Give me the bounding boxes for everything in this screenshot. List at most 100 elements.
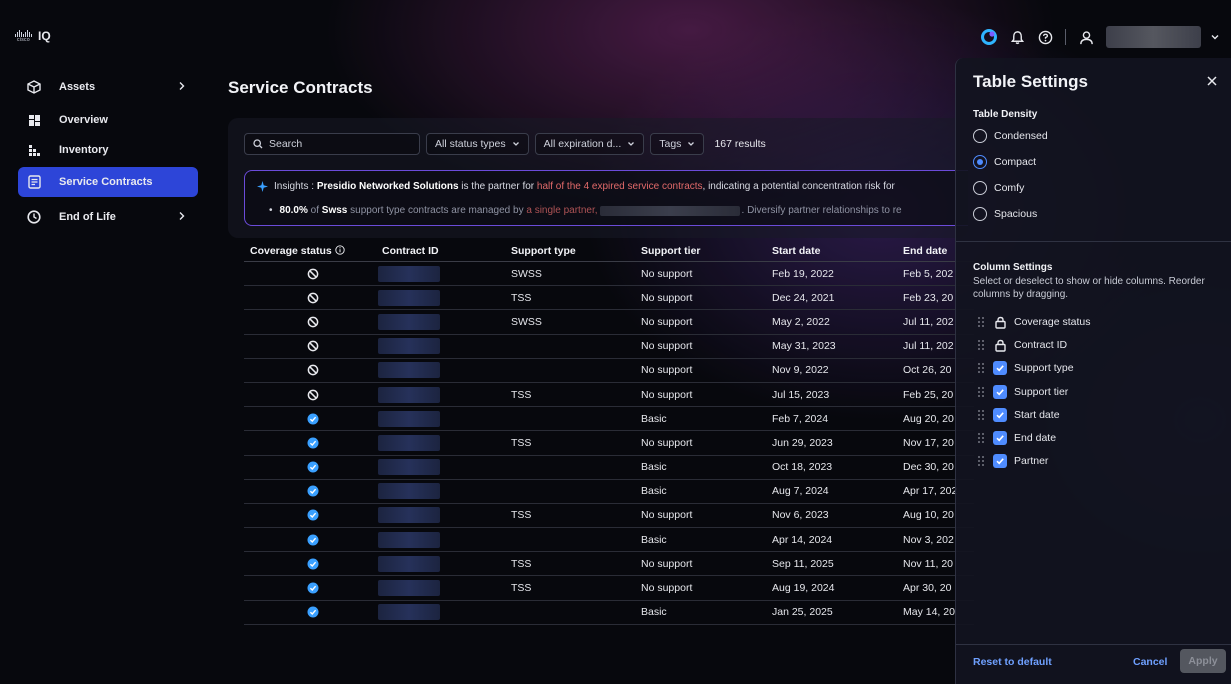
- panel-title: Table Settings: [973, 72, 1088, 91]
- drag-handle-icon[interactable]: [978, 433, 986, 443]
- contract-id-cell[interactable]: [378, 265, 511, 282]
- table-row[interactable]: SWSS No support May 2, 2022 Jul 11, 202: [244, 310, 974, 335]
- drag-handle-icon[interactable]: [978, 363, 986, 374]
- insights-highlight[interactable]: a single partner,: [526, 205, 597, 216]
- radio-button[interactable]: [973, 129, 987, 143]
- table-row[interactable]: Basic Feb 7, 2024 Aug 20, 20: [244, 407, 974, 432]
- table-row[interactable]: TSS No support Dec 24, 2021 Feb 23, 20: [244, 286, 974, 311]
- column-setting-support-tier[interactable]: Support tier: [978, 384, 1068, 399]
- drag-handle-icon[interactable]: [978, 340, 986, 351]
- table-row[interactable]: Basic Jan 25, 2025 May 14, 20: [244, 601, 974, 625]
- insights-text: of: [310, 205, 319, 216]
- density-section-title: Table Density: [973, 109, 1038, 120]
- contract-id-cell[interactable]: [378, 531, 511, 548]
- contract-id-cell[interactable]: [378, 459, 511, 476]
- column-header-coverage[interactable]: Coverage status: [244, 245, 382, 257]
- density-option-comfy[interactable]: Comfy: [973, 181, 1024, 195]
- search-input[interactable]: Search: [244, 133, 420, 155]
- redacted-contract-id: [378, 580, 440, 597]
- table-row[interactable]: TSS No support Jun 29, 2023 Nov 17, 20: [244, 431, 974, 456]
- reset-to-default-link[interactable]: Reset to default: [973, 656, 1052, 668]
- column-setting-support-type[interactable]: Support type: [978, 361, 1074, 376]
- apply-button[interactable]: Apply: [1180, 649, 1226, 673]
- checkbox-checked[interactable]: [993, 361, 1007, 376]
- table-row[interactable]: Basic Oct 18, 2023 Dec 30, 20: [244, 456, 974, 480]
- sidebar-item-overview[interactable]: Overview: [18, 107, 198, 133]
- table-row[interactable]: Basic Apr 14, 2024 Nov 3, 202: [244, 528, 974, 553]
- contract-id-cell[interactable]: [378, 555, 511, 572]
- table-row[interactable]: TSS No support Aug 19, 2024 Apr 30, 20: [244, 576, 974, 601]
- sidebar-item-service-contracts[interactable]: Service Contracts: [18, 167, 198, 197]
- contract-id-cell[interactable]: [378, 338, 511, 355]
- contract-id-cell[interactable]: [378, 507, 511, 524]
- drag-handle-icon[interactable]: [978, 409, 986, 420]
- sidebar-item-end-of-life[interactable]: End of Life: [18, 202, 198, 232]
- column-setting-coverage-status[interactable]: Coverage status: [978, 315, 1090, 329]
- radio-button-selected[interactable]: [973, 155, 987, 169]
- chevron-down-icon[interactable]: [1207, 29, 1223, 45]
- tags-dropdown[interactable]: Tags: [650, 133, 705, 155]
- density-option-condensed[interactable]: Condensed: [973, 129, 1048, 143]
- contract-id-cell[interactable]: [378, 434, 511, 451]
- checkbox-checked[interactable]: [993, 454, 1007, 469]
- table-row[interactable]: Basic Aug 7, 2024 Apr 17, 202: [244, 480, 974, 504]
- cancel-button[interactable]: Cancel: [1133, 656, 1167, 668]
- radio-button[interactable]: [973, 207, 987, 221]
- column-header-support-tier[interactable]: Support tier: [641, 245, 772, 257]
- inventory-icon: [27, 143, 41, 157]
- drag-handle-icon[interactable]: [978, 317, 986, 327]
- column-header-start-date[interactable]: Start date: [772, 245, 903, 257]
- contract-id-cell[interactable]: [378, 362, 511, 379]
- table-row[interactable]: No support Nov 9, 2022 Oct 26, 20: [244, 359, 974, 383]
- cisco-logo[interactable]: cisco IQ: [15, 29, 51, 43]
- sidebar-item-inventory[interactable]: Inventory: [18, 137, 198, 163]
- support-tier-cell: Basic: [641, 485, 667, 498]
- help-icon[interactable]: [1037, 29, 1053, 45]
- contract-id-cell[interactable]: [378, 386, 511, 403]
- contract-id-cell[interactable]: [378, 289, 511, 306]
- redacted-contract-id: [378, 289, 440, 306]
- close-icon[interactable]: [1205, 74, 1219, 88]
- redacted-partner-name: [599, 205, 740, 216]
- covered-check-icon: [307, 437, 319, 449]
- assistant-icon[interactable]: [981, 29, 997, 45]
- start-date-cell: May 2, 2022: [772, 315, 830, 328]
- insights-highlight[interactable]: half of the 4 expired service contracts: [537, 181, 703, 192]
- drag-handle-icon[interactable]: [978, 456, 986, 467]
- contract-id-cell[interactable]: [378, 483, 511, 500]
- table-row[interactable]: TSS No support Sep 11, 2025 Nov 11, 20: [244, 552, 974, 577]
- column-header-contract-id[interactable]: Contract ID: [382, 245, 511, 257]
- table-row[interactable]: TSS No support Jul 15, 2023 Feb 25, 20: [244, 383, 974, 408]
- user-account-selector[interactable]: [1106, 26, 1201, 48]
- info-icon[interactable]: [335, 244, 345, 255]
- table-row[interactable]: TSS No support Nov 6, 2023 Aug 10, 20: [244, 504, 974, 529]
- sidebar-item-assets[interactable]: Assets: [18, 72, 198, 102]
- checkbox-checked[interactable]: [993, 384, 1007, 399]
- column-setting-start-date[interactable]: Start date: [978, 407, 1060, 422]
- column-setting-end-date[interactable]: End date: [978, 431, 1056, 445]
- coverage-cell: [244, 413, 382, 425]
- notifications-bell-icon[interactable]: [1009, 29, 1025, 45]
- checkbox-checked[interactable]: [993, 431, 1007, 445]
- table-row[interactable]: SWSS No support Feb 19, 2022 Feb 5, 202: [244, 262, 974, 287]
- contract-id-cell[interactable]: [378, 580, 511, 597]
- density-option-compact[interactable]: Compact: [973, 155, 1036, 169]
- contracts-table: Coverage status Contract ID Support type…: [244, 240, 974, 625]
- column-header-support-type[interactable]: Support type: [511, 245, 641, 257]
- drag-handle-icon[interactable]: [978, 386, 986, 397]
- checkbox-checked[interactable]: [993, 407, 1007, 422]
- table-row[interactable]: No support May 31, 2023 Jul 11, 202: [244, 335, 974, 359]
- user-icon[interactable]: [1078, 29, 1094, 45]
- column-setting-partner[interactable]: Partner: [978, 454, 1048, 469]
- contract-id-cell[interactable]: [378, 410, 511, 427]
- column-setting-contract-id[interactable]: Contract ID: [978, 338, 1067, 352]
- contract-id-cell[interactable]: [378, 604, 511, 621]
- chevron-down-icon: [688, 142, 695, 146]
- density-option-spacious[interactable]: Spacious: [973, 207, 1037, 221]
- contract-id-cell[interactable]: [378, 313, 511, 330]
- status-type-dropdown[interactable]: All status types: [426, 133, 529, 155]
- expiration-dropdown[interactable]: All expiration d...: [534, 133, 645, 155]
- start-date-cell: Jun 29, 2023: [772, 436, 833, 449]
- radio-button[interactable]: [973, 181, 987, 195]
- support-tier-cell: Basic: [641, 412, 667, 425]
